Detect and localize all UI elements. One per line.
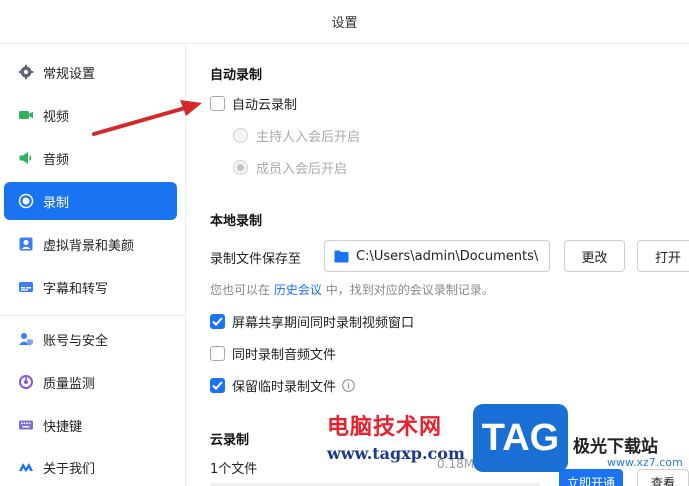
save-path-value: C:\Users\admin\Documents\: [356, 248, 539, 264]
quality-monitor-icon: [18, 374, 34, 390]
sidebar-divider: [0, 315, 186, 316]
sidebar-item-label: 快捷键: [43, 419, 83, 435]
record-audio-file-checkbox[interactable]: 同时录制音频文件: [210, 344, 336, 363]
video-icon: [18, 107, 34, 123]
radio-label: 成员入会后开启: [256, 162, 348, 177]
radio-member-join[interactable]: 成员入会后开启: [233, 158, 347, 177]
sidebar-item-quality-monitor[interactable]: 质量监测: [4, 363, 177, 401]
keep-temp-files-checkbox[interactable]: 保留临时录制文件: [210, 376, 355, 395]
sidebar-item-label: 常规设置: [43, 66, 96, 82]
gear-icon: [18, 64, 34, 80]
open-folder-button[interactable]: 打开: [637, 240, 689, 272]
about-logo-icon: [18, 459, 34, 475]
history-meeting-link[interactable]: 历史会议: [274, 283, 322, 297]
sidebar-item-label: 关于我们: [43, 461, 96, 477]
folder-icon: [334, 250, 349, 263]
account-security-icon: [18, 331, 34, 347]
sidebar-item-account-security[interactable]: 账号与安全: [4, 320, 177, 358]
checkbox-label: 自动云录制: [232, 98, 298, 113]
sidebar-item-label: 虚拟背景和美颜: [43, 238, 135, 254]
sidebar-item-label: 视频: [43, 109, 70, 125]
annotation-arrow-icon: [92, 100, 202, 136]
record-icon: [18, 193, 34, 209]
sidebar-item-subtitles[interactable]: 字幕和转写: [4, 268, 177, 306]
info-icon[interactable]: [342, 379, 355, 392]
local-record-section-title: 本地录制: [210, 214, 263, 229]
watermark-jg-name: 极光下载站: [573, 437, 658, 457]
sidebar-item-label: 字幕和转写: [43, 281, 109, 297]
checkbox-box[interactable]: [210, 96, 225, 111]
checkbox-label: 保留临时录制文件: [232, 380, 337, 395]
audio-icon: [18, 150, 34, 166]
radio-circle[interactable]: [233, 128, 248, 143]
title-bar: 设置: [0, 0, 689, 44]
checkbox-box[interactable]: [210, 378, 225, 393]
checkbox-label: 屏幕共享期间同时录制视频窗口: [232, 316, 415, 331]
sidebar-item-about[interactable]: 关于我们: [4, 448, 177, 486]
sidebar-item-shortcuts[interactable]: 快捷键: [4, 406, 177, 444]
sidebar-item-label: 音频: [43, 152, 70, 168]
watermark-site-name: 电脑技术网: [327, 415, 443, 440]
history-hint: 您也可以在 历史会议 中，找到对应的会议录制记录。: [210, 281, 494, 298]
sidebar-item-record[interactable]: 录制: [4, 182, 177, 220]
subtitle-icon: [18, 279, 34, 295]
check-icon: [212, 317, 223, 326]
sidebar-item-general[interactable]: 常规设置: [4, 53, 177, 91]
hint-prefix: 您也可以在: [210, 283, 271, 297]
sidebar-item-label: 质量监测: [43, 376, 96, 392]
radio-circle[interactable]: [233, 160, 248, 175]
keyboard-icon: [18, 417, 34, 433]
record-screen-share-video-checkbox[interactable]: 屏幕共享期间同时录制视频窗口: [210, 312, 414, 331]
checkbox-box[interactable]: [210, 314, 225, 329]
sidebar-item-label: 账号与安全: [43, 333, 109, 349]
radio-label: 主持人入会后开启: [256, 130, 361, 145]
cloud-file-count: 1个文件: [210, 462, 258, 477]
watermark-jg-url: www.xz7.com: [607, 456, 683, 469]
checkbox-label: 同时录制音频文件: [232, 348, 337, 363]
watermark: 电脑技术网 www.tagxp.com TAG 极光下载站 www.xz7.co…: [325, 404, 689, 486]
hint-suffix: 中，找到对应的会议录制记录。: [325, 283, 494, 297]
check-icon: [212, 381, 223, 390]
save-path-field[interactable]: C:\Users\admin\Documents\: [324, 240, 550, 272]
sidebar-item-virtual-background[interactable]: 虚拟背景和美颜: [4, 225, 177, 263]
auto-cloud-record-checkbox[interactable]: 自动云录制: [210, 94, 297, 113]
cloud-record-section-title: 云录制: [210, 433, 250, 448]
save-path-label: 录制文件保存至: [210, 252, 302, 267]
portrait-icon: [18, 236, 34, 252]
window-title: 设置: [331, 16, 358, 31]
checkbox-box[interactable]: [210, 346, 225, 361]
auto-record-section-title: 自动录制: [210, 68, 263, 83]
watermark-site-url: www.tagxp.com: [327, 444, 465, 463]
change-path-button[interactable]: 更改: [564, 240, 625, 272]
sidebar-item-label: 录制: [43, 195, 70, 211]
radio-host-join[interactable]: 主持人入会后开启: [233, 126, 360, 145]
sidebar-item-audio[interactable]: 音频: [4, 139, 177, 177]
watermark-tag-logo: TAG: [473, 404, 568, 472]
